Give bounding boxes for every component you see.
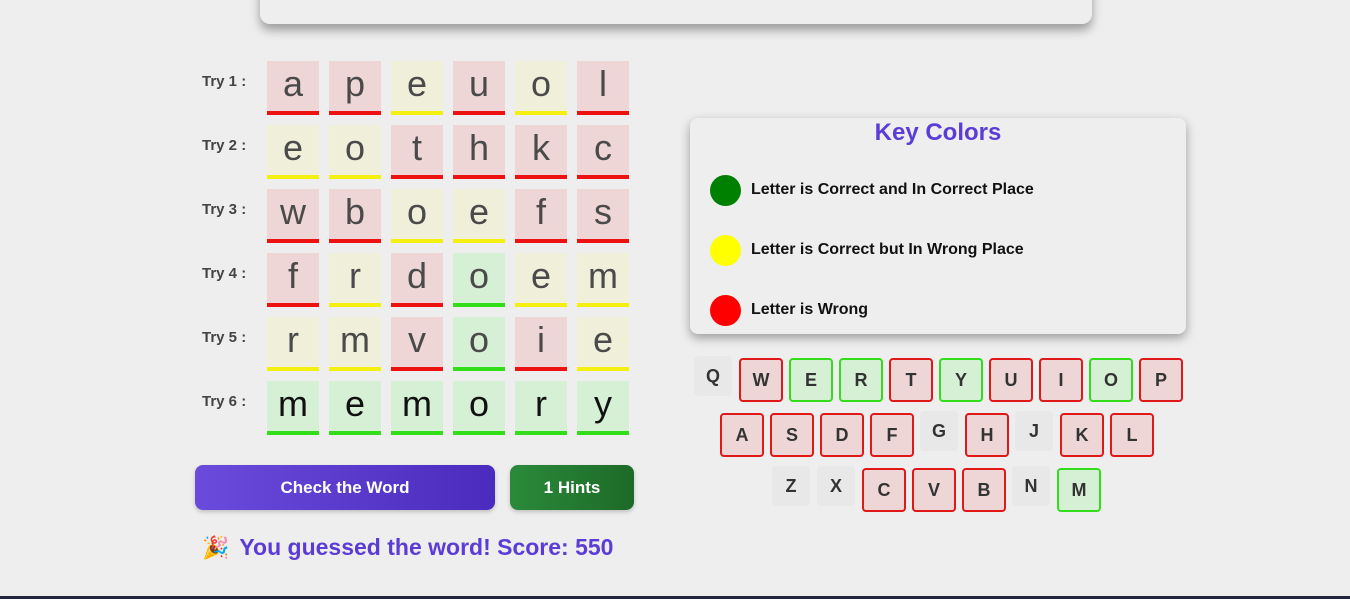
key-n[interactable]: N — [1012, 466, 1050, 506]
letter-tile: o — [391, 189, 443, 243]
guess-row: Try 3 : wboefs — [195, 189, 635, 243]
key-j[interactable]: J — [1015, 411, 1053, 451]
key-u[interactable]: U — [989, 358, 1033, 402]
top-panel — [260, 0, 1092, 24]
key-d[interactable]: D — [820, 413, 864, 457]
key-l[interactable]: L — [1110, 413, 1154, 457]
letter-tile: r — [267, 317, 319, 371]
try-label: Try 1 : — [202, 73, 247, 90]
letter-tile: r — [515, 381, 567, 435]
try-label: Try 2 : — [202, 137, 247, 154]
key-b[interactable]: B — [962, 468, 1006, 512]
letter-tile: m — [577, 253, 629, 307]
guess-row: Try 6 :memory — [195, 381, 635, 435]
red-dot-icon — [710, 294, 741, 326]
letter-tile: v — [391, 317, 443, 371]
letter-tile: e — [267, 125, 319, 179]
key-g[interactable]: G — [920, 411, 958, 451]
letter-tile: o — [453, 381, 505, 435]
letter-tile: f — [515, 189, 567, 243]
key-w[interactable]: W — [739, 358, 783, 402]
guess-row: Try 5 : rmvoie — [195, 317, 635, 371]
key-t[interactable]: T — [889, 358, 933, 402]
letter-tile: b — [329, 189, 381, 243]
letter-tile: e — [515, 253, 567, 307]
letter-tile: e — [391, 61, 443, 115]
legend-text: Letter is Correct and In Correct Place — [751, 181, 1034, 198]
green-dot-icon — [710, 174, 741, 206]
key-y[interactable]: Y — [939, 358, 983, 402]
key-z[interactable]: Z — [772, 466, 810, 506]
try-label: Try 5 : — [202, 329, 247, 346]
letter-tile: a — [267, 61, 319, 115]
letter-tile: s — [577, 189, 629, 243]
letter-tile: h — [453, 125, 505, 179]
guess-row: Try 2 : eothkc — [195, 125, 635, 179]
letter-tile: l — [577, 61, 629, 115]
key-k[interactable]: K — [1060, 413, 1104, 457]
letter-tile: e — [453, 189, 505, 243]
legend-title: Key Colors — [874, 119, 1002, 146]
key-a[interactable]: A — [720, 413, 764, 457]
key-m[interactable]: M — [1057, 468, 1101, 512]
letter-tile: m — [329, 317, 381, 371]
letter-tile: k — [515, 125, 567, 179]
letter-tile: f — [267, 253, 319, 307]
letter-tile: m — [267, 381, 319, 435]
letter-tile: c — [577, 125, 629, 179]
key-e[interactable]: E — [789, 358, 833, 402]
key-x[interactable]: X — [817, 466, 855, 506]
legend-text: Letter is Correct but In Wrong Place — [751, 241, 1024, 258]
letter-tile: o — [515, 61, 567, 115]
letter-tile: t — [391, 125, 443, 179]
key-f[interactable]: F — [870, 413, 914, 457]
guess-row: Try 4 : frdoem — [195, 253, 635, 307]
letter-tile: m — [391, 381, 443, 435]
letter-tile: w — [267, 189, 319, 243]
try-label: Try 3 : — [202, 201, 247, 218]
yellow-dot-icon — [710, 234, 741, 266]
legend-item-correct: Letter is Correct and In Correct Place — [710, 174, 1034, 206]
key-h[interactable]: H — [965, 413, 1009, 457]
legend-text: Letter is Wrong — [751, 301, 869, 318]
result-text: You guessed the word! Score: 550 — [239, 534, 614, 560]
key-i[interactable]: I — [1039, 358, 1083, 402]
key-o[interactable]: O — [1089, 358, 1133, 402]
legend-item-misplaced: Letter is Correct but In Wrong Place — [710, 234, 1024, 266]
letter-tile: d — [391, 253, 443, 307]
key-p[interactable]: P — [1139, 358, 1183, 402]
key-colors-panel: Key Colors Letter is Correct and In Corr… — [690, 118, 1186, 334]
letter-tile: e — [577, 317, 629, 371]
key-c[interactable]: C — [862, 468, 906, 512]
letter-tile: o — [453, 317, 505, 371]
letter-tile: u — [453, 61, 505, 115]
party-popper-icon: 🎉 — [202, 534, 230, 560]
letter-tile: r — [329, 253, 381, 307]
check-word-button[interactable]: Check the Word — [195, 465, 495, 510]
letter-tile: p — [329, 61, 381, 115]
key-q[interactable]: Q — [694, 356, 732, 396]
try-label: Try 6 : — [202, 393, 247, 410]
key-r[interactable]: R — [839, 358, 883, 402]
letter-tile: e — [329, 381, 381, 435]
legend-item-wrong: Letter is Wrong — [710, 294, 868, 326]
letter-tile: o — [329, 125, 381, 179]
guess-row: Try 1 : apeuol — [195, 61, 635, 115]
letter-tile: y — [577, 381, 629, 435]
key-v[interactable]: V — [912, 468, 956, 512]
result-message: 🎉 You guessed the word! Score: 550 — [202, 534, 613, 561]
letter-tile: o — [453, 253, 505, 307]
try-label: Try 4 : — [202, 265, 247, 282]
letter-tile: i — [515, 317, 567, 371]
key-s[interactable]: S — [770, 413, 814, 457]
hints-button[interactable]: 1 Hints — [510, 465, 634, 510]
